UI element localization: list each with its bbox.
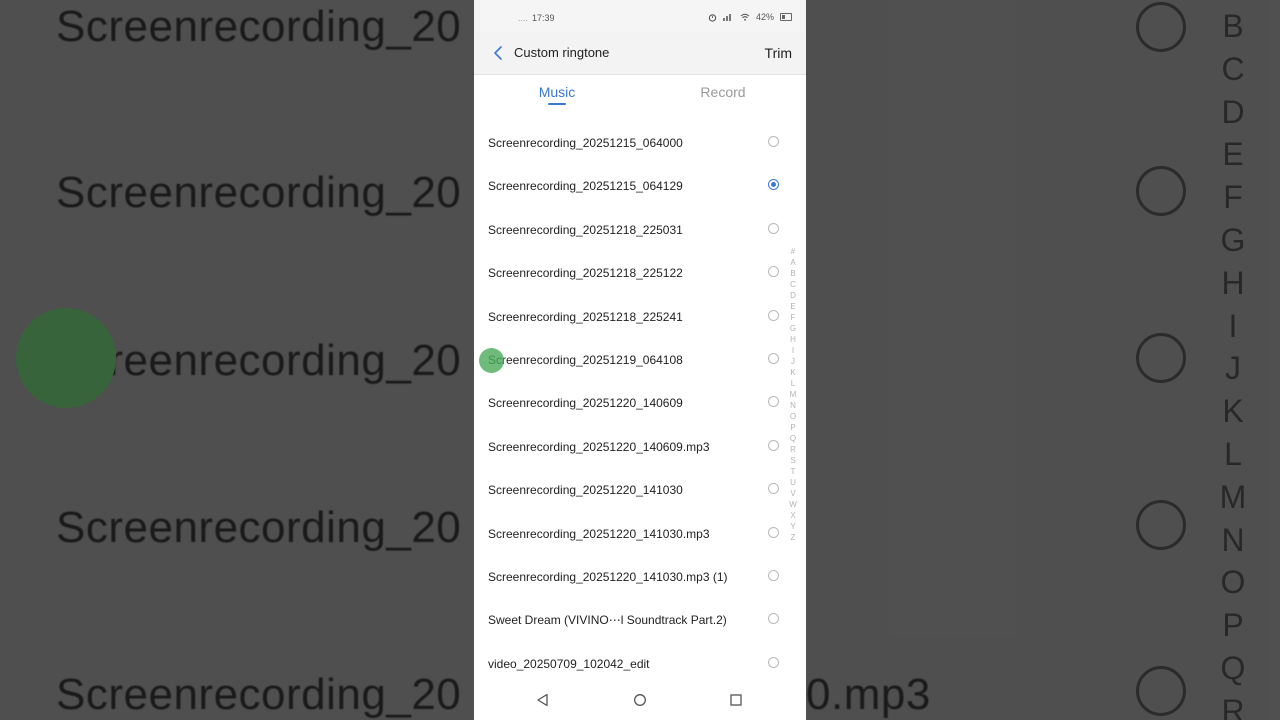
index-letter[interactable]: H [790,334,796,345]
index-letter[interactable]: J [791,356,795,367]
index-letter[interactable]: B [790,268,795,279]
tab-music[interactable]: Music [502,84,612,100]
ringtone-label: Screenrecording_20251220_140609 [488,396,683,411]
index-letter[interactable]: M [790,389,797,400]
ringtone-list-item[interactable]: Screenrecording_20251218_225241 [474,295,806,338]
navigation-bar [474,680,806,720]
radio-unchecked-icon[interactable] [768,396,779,408]
radio-unchecked-icon[interactable] [768,483,779,495]
phone-screen: .... 17:39 42% Custom ringtone Trim Musi… [474,0,806,720]
index-letter[interactable]: T [791,466,796,477]
index-letter[interactable]: # [791,246,795,257]
ringtone-list: Screenrecording_20251215_064000 Screenrec… [474,121,806,685]
wifi-icon [740,13,750,21]
ringtone-list-item[interactable]: Screenrecording_20251220_141030.mp3 [474,512,806,555]
index-letter[interactable]: Q [790,433,796,444]
ringtone-label: Screenrecording_20251218_225241 [488,309,683,324]
alphabet-index-bar[interactable]: # A B C D E F G H I J K L M N O P Q R S T U V W X Y Z [787,246,799,543]
ringtone-label: Sweet Dream (VIVINO⋯l Soundtrack Part.2) [488,613,727,628]
ringtone-label: Screenrecording_20251220_140609.mp3 [488,439,710,454]
ringtone-label: Screenrecording_20251220_141030.mp3 (1) [488,569,728,584]
nav-back-icon[interactable] [535,692,551,708]
radio-unchecked-icon[interactable] [768,222,779,234]
status-bar: .... 17:39 42% [474,0,806,32]
ringtone-list-item[interactable]: Screenrecording_20251220_140609 [474,381,806,424]
status-time: .... 17:39 [518,13,555,23]
index-letter[interactable]: L [791,378,795,389]
network-icon [722,14,731,21]
page-title: Custom ringtone [514,45,610,60]
index-letter[interactable]: I [792,345,794,356]
ringtone-list-item[interactable]: Screenrecording_20251220_141030 [474,468,806,511]
index-letter[interactable]: Z [791,532,796,543]
ringtone-label: Screenrecording_20251215_064000 [488,136,683,150]
ringtone-list-item[interactable]: Screenrecording_20251215_064000 [474,121,806,164]
radio-unchecked-icon[interactable] [768,352,779,364]
signal-dots: .... [518,13,529,23]
tab-record[interactable]: Record [668,84,778,100]
index-letter[interactable]: G [790,323,796,334]
radio-unchecked-icon[interactable] [768,266,779,278]
trim-button[interactable]: Trim [765,45,792,61]
ringtone-list-item[interactable]: Screenrecording_20251218_225122 [474,251,806,294]
radio-unchecked-icon[interactable] [768,613,779,625]
radio-checked-icon[interactable] [768,179,779,191]
ringtone-list-item[interactable]: video_20250709_102042_edit [474,642,806,685]
ringtone-label: Screenrecording_20251218_225031 [488,222,683,237]
radio-unchecked-icon[interactable] [768,309,779,321]
status-indicators: 42% [708,12,792,22]
ringtone-list-item[interactable]: Screenrecording_20251218_225031 [474,208,806,251]
index-letter[interactable]: N [790,400,796,411]
tab-music-underline [548,103,566,105]
index-letter[interactable]: X [790,510,795,521]
index-letter[interactable]: W [789,499,797,510]
index-letter[interactable]: U [790,477,796,488]
index-letter[interactable]: S [790,455,795,466]
ringtone-list-item[interactable]: Screenrecording_20251219_064108 [474,338,806,381]
index-letter[interactable]: A [790,257,795,268]
nav-home-icon[interactable] [632,692,648,708]
ringtone-label: video_20250709_102042_edit [488,656,650,671]
nav-recent-icon[interactable] [728,692,744,708]
radio-unchecked-icon[interactable] [768,526,779,538]
index-letter[interactable]: E [790,301,795,312]
alarm-icon [708,13,717,22]
ringtone-list-item[interactable]: Screenrecording_20251220_141030.mp3 (1) [474,555,806,598]
radio-unchecked-icon[interactable] [768,656,779,668]
ringtone-list-item[interactable]: Screenrecording_20251215_064129 [474,164,806,207]
ringtone-label: Screenrecording_20251215_064129 [488,179,683,194]
index-letter[interactable]: V [790,488,795,499]
chevron-left-icon[interactable] [490,44,506,62]
index-letter[interactable]: P [790,422,795,433]
ringtone-label: Screenrecording_20251220_141030 [488,483,683,498]
ringtone-label: Screenrecording_20251219_064108 [488,352,683,367]
radio-unchecked-icon[interactable] [768,439,779,451]
ringtone-label: Screenrecording_20251220_141030.mp3 [488,526,710,541]
battery-percent: 42% [755,12,774,22]
index-letter[interactable]: K [790,367,795,378]
index-letter[interactable]: D [790,290,796,301]
index-letter[interactable]: R [790,444,796,455]
index-letter[interactable]: Y [790,521,795,532]
tab-bar: Music Record [474,74,806,110]
index-letter[interactable]: F [791,312,796,323]
index-letter[interactable]: O [790,411,796,422]
ringtone-list-item[interactable]: Sweet Dream (VIVINO⋯l Soundtrack Part.2) [474,598,806,641]
battery-icon [780,13,792,21]
index-letter[interactable]: C [790,279,796,290]
ringtone-list-item[interactable]: Screenrecording_20251220_140609.mp3 [474,425,806,468]
radio-unchecked-icon[interactable] [768,136,779,147]
ringtone-label: Screenrecording_20251218_225122 [488,266,683,281]
touch-indicator [479,348,504,373]
status-time-text: 17:39 [532,13,555,23]
app-header: Custom ringtone Trim [474,32,806,75]
radio-unchecked-icon[interactable] [768,569,779,581]
